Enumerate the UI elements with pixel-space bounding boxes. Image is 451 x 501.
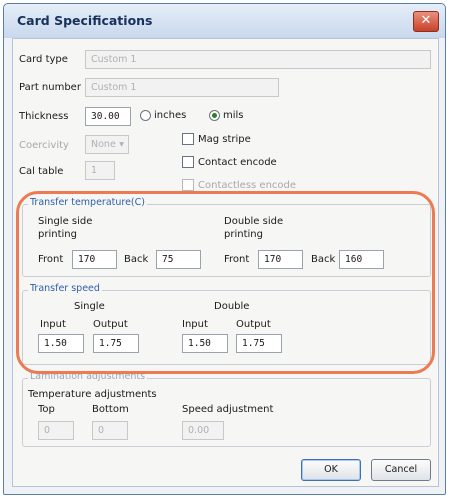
coercivity-label: Coercivity (19, 140, 69, 151)
ok-button[interactable]: OK (301, 459, 361, 481)
speed-single-label: Single (74, 301, 105, 312)
single-front-label: Front (38, 254, 64, 265)
dialog-body: Card type Custom 1 Part number Custom 1 … (0, 0, 451, 501)
transfer-temperature-legend: Transfer temperature(C) (28, 197, 147, 208)
temperature-adjustments-label: Temperature adjustments (28, 389, 157, 400)
double-front-input[interactable]: 170 (258, 250, 303, 269)
part-number-label: Part number (19, 82, 81, 93)
lamination-legend: Lamination adjustments (28, 371, 148, 382)
mils-label: mils (223, 110, 244, 121)
card-type-field[interactable]: Custom 1 (85, 50, 431, 69)
double-output-label: Output (236, 319, 271, 330)
bottom-adjust-field[interactable]: 0 (92, 421, 128, 440)
single-speed-input[interactable]: 1.50 (38, 334, 84, 353)
contact-encode-label: Contact encode (198, 157, 277, 168)
bottom-label: Bottom (92, 404, 129, 415)
double-side-label-line1: Double side (224, 216, 284, 227)
speed-adjust-field[interactable]: 0.00 (182, 421, 224, 440)
double-speed-input[interactable]: 1.50 (182, 334, 228, 353)
thickness-input[interactable]: 30.00 (85, 107, 131, 126)
single-side-label-line1: Single side (38, 216, 93, 227)
single-back-input[interactable]: 75 (156, 250, 201, 269)
single-front-input[interactable]: 170 (72, 250, 117, 269)
single-side-label-line2: printing (38, 229, 77, 240)
cal-table-field[interactable]: 1 (85, 161, 115, 180)
thickness-label: Thickness (19, 111, 69, 122)
double-front-label: Front (224, 254, 250, 265)
single-output-label: Output (93, 319, 128, 330)
inches-radio[interactable] (140, 110, 151, 121)
speed-double-label: Double (214, 301, 250, 312)
top-label: Top (38, 404, 55, 415)
double-back-input[interactable]: 160 (339, 250, 384, 269)
top-adjust-field[interactable]: 0 (38, 421, 74, 440)
double-speed-output[interactable]: 1.75 (236, 334, 282, 353)
speed-adjustment-label: Speed adjustment (182, 404, 274, 415)
part-number-field[interactable]: Custom 1 (85, 78, 279, 97)
contact-encode-checkbox[interactable] (182, 156, 194, 168)
mag-stripe-checkbox[interactable] (182, 133, 194, 145)
cancel-button[interactable]: Cancel (371, 459, 431, 481)
transfer-speed-legend: Transfer speed (28, 283, 102, 294)
inches-label: inches (154, 110, 187, 121)
contactless-encode-checkbox[interactable] (182, 179, 194, 191)
single-input-label: Input (40, 319, 66, 330)
coercivity-select[interactable]: None ▾ (85, 135, 129, 154)
double-side-label-line2: printing (224, 229, 263, 240)
double-input-label: Input (182, 319, 208, 330)
chevron-down-icon: ▾ (119, 139, 124, 150)
mils-radio[interactable] (209, 110, 220, 121)
single-back-label: Back (124, 254, 149, 265)
cal-table-label: Cal table (19, 166, 64, 177)
double-back-label: Back (311, 254, 336, 265)
card-type-label: Card type (19, 54, 68, 65)
single-speed-output[interactable]: 1.75 (93, 334, 139, 353)
contactless-encode-label: Contactless encode (198, 180, 297, 191)
coercivity-value: None (91, 139, 116, 150)
mag-stripe-label: Mag stripe (198, 134, 251, 145)
